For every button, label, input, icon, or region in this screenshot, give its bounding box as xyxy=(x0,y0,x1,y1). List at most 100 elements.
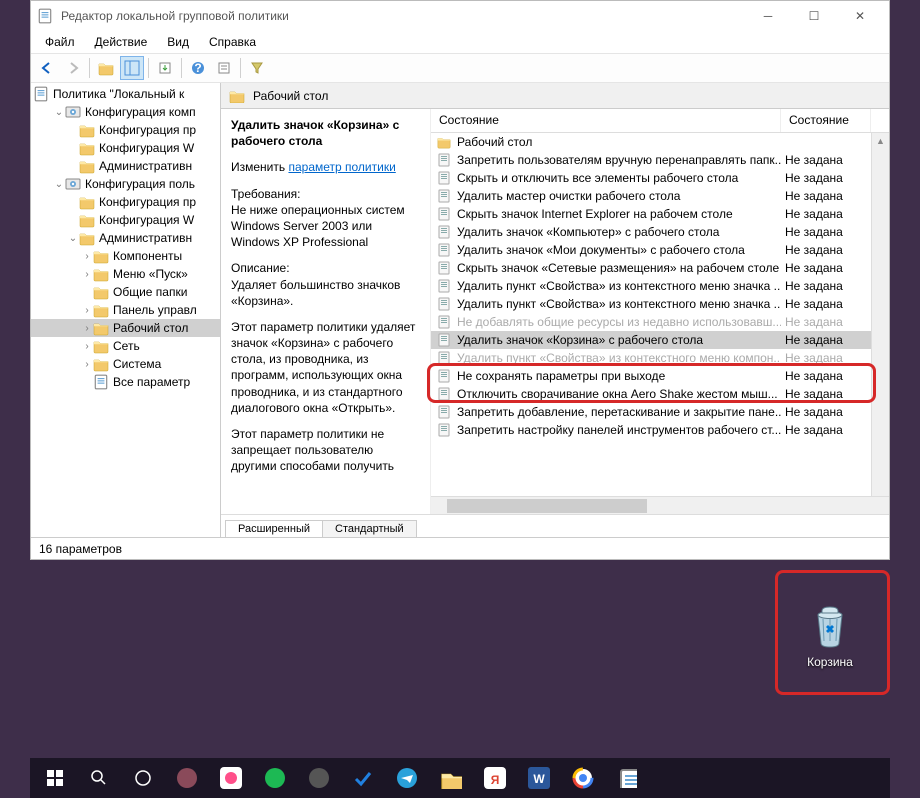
taskbar-app-2[interactable] xyxy=(210,758,252,798)
start-button[interactable] xyxy=(34,758,76,798)
tree-item[interactable]: Конфигурация W xyxy=(31,211,220,229)
recycle-bin-desktop-icon[interactable]: Корзина xyxy=(780,580,880,690)
window-title: Редактор локальной групповой политики xyxy=(61,9,745,23)
taskbar-app-9[interactable]: W xyxy=(518,758,560,798)
show-tree-button[interactable] xyxy=(120,56,144,80)
tab-extended[interactable]: Расширенный xyxy=(225,520,323,537)
tree-item[interactable]: ⌄Конфигурация поль xyxy=(31,175,220,193)
tree-item[interactable]: ›Сеть xyxy=(31,337,220,355)
folder-icon xyxy=(93,356,109,372)
tree-item[interactable]: Административн xyxy=(31,157,220,175)
taskbar-app-6[interactable] xyxy=(386,758,428,798)
vertical-scrollbar[interactable]: ▲ xyxy=(871,133,889,496)
expander-icon[interactable]: ⌄ xyxy=(53,107,65,118)
edit-policy-link[interactable]: параметр политики xyxy=(288,160,395,174)
folder-icon xyxy=(79,140,95,156)
list-row[interactable]: Удалить значок «Компьютер» с рабочего ст… xyxy=(431,223,889,241)
taskbar-app-10[interactable] xyxy=(562,758,604,798)
list-row[interactable]: Удалить пункт «Свойства» из контекстного… xyxy=(431,277,889,295)
expander-icon[interactable]: › xyxy=(81,305,93,316)
expander-icon[interactable]: › xyxy=(81,323,93,334)
tree-item[interactable]: ›Компоненты xyxy=(31,247,220,265)
column-state[interactable]: Состояние xyxy=(781,109,871,132)
list-row[interactable]: Удалить значок «Корзина» с рабочего стол… xyxy=(431,331,889,349)
list-row[interactable]: Скрыть значок Internet Explorer на рабоч… xyxy=(431,205,889,223)
list-row[interactable]: Запретить добавление, перетаскивание и з… xyxy=(431,403,889,421)
view-tabs: Расширенный Стандартный xyxy=(221,514,889,537)
list-row[interactable]: Скрыть и отключить все элементы рабочего… xyxy=(431,169,889,187)
tree-item[interactable]: ⌄Административн xyxy=(31,229,220,247)
tree-item[interactable]: ›Рабочий стол xyxy=(31,319,220,337)
policy-icon xyxy=(437,261,451,275)
folder-icon xyxy=(79,158,95,174)
up-button[interactable] xyxy=(94,56,118,80)
list-row[interactable]: Удалить пункт «Свойства» из контекстного… xyxy=(431,295,889,313)
folder-icon xyxy=(93,302,109,318)
properties-button[interactable] xyxy=(212,56,236,80)
forward-button[interactable] xyxy=(61,56,85,80)
tree-item[interactable]: ›Система xyxy=(31,355,220,373)
maximize-button[interactable]: ☐ xyxy=(791,2,837,30)
cortana-button[interactable] xyxy=(122,758,164,798)
tree-item[interactable]: Все параметр xyxy=(31,373,220,391)
tree-item[interactable]: Конфигурация W xyxy=(31,139,220,157)
list-row[interactable]: Отключить сворачивание окна Aero Shake ж… xyxy=(431,385,889,403)
tree-panel[interactable]: Политика "Локальный к ⌄Конфигурация комп… xyxy=(31,83,221,537)
export-button[interactable] xyxy=(153,56,177,80)
content-header: Рабочий стол xyxy=(221,83,889,109)
tab-standard[interactable]: Стандартный xyxy=(322,520,417,537)
scroll-icon xyxy=(93,374,109,390)
list-row[interactable]: Не добавлять общие ресурсы из недавно ис… xyxy=(431,313,889,331)
expander-icon[interactable]: ⌄ xyxy=(53,179,65,190)
back-button[interactable] xyxy=(35,56,59,80)
menu-action[interactable]: Действие xyxy=(85,33,158,51)
close-button[interactable]: ✕ xyxy=(837,2,883,30)
list-row[interactable]: Запретить настройку панелей инструментов… xyxy=(431,421,889,439)
search-button[interactable] xyxy=(78,758,120,798)
tree-item[interactable]: ⌄Конфигурация комп xyxy=(31,103,220,121)
taskbar: Я W xyxy=(30,758,890,798)
horizontal-scrollbar[interactable] xyxy=(431,496,889,514)
minimize-button[interactable]: ─ xyxy=(745,2,791,30)
tree-item[interactable]: Конфигурация пр xyxy=(31,193,220,211)
policy-icon xyxy=(437,279,451,293)
filter-button[interactable] xyxy=(245,56,269,80)
svg-text:Я: Я xyxy=(491,773,500,787)
taskbar-app-5[interactable] xyxy=(342,758,384,798)
expander-icon[interactable]: ⌄ xyxy=(67,233,79,244)
folder-icon xyxy=(93,338,109,354)
taskbar-app-7[interactable] xyxy=(430,758,472,798)
tree-root[interactable]: Политика "Локальный к xyxy=(31,85,220,103)
menubar: Файл Действие Вид Справка xyxy=(31,31,889,53)
list-row[interactable]: Удалить мастер очистки рабочего столаНе … xyxy=(431,187,889,205)
list-header: Состояние Состояние xyxy=(431,109,889,133)
list-row[interactable]: Не сохранять параметры при выходеНе зада… xyxy=(431,367,889,385)
policy-icon xyxy=(437,243,451,257)
list-row[interactable]: Запретить пользователям вручную перенапр… xyxy=(431,151,889,169)
list-row[interactable]: Скрыть значок «Сетевые размещения» на ра… xyxy=(431,259,889,277)
tree-item[interactable]: Общие папки xyxy=(31,283,220,301)
menu-help[interactable]: Справка xyxy=(199,33,266,51)
help-button[interactable]: ? xyxy=(186,56,210,80)
list-row[interactable]: Удалить пункт «Свойства» из контекстного… xyxy=(431,349,889,367)
policy-title: Удалить значок «Корзина» с рабочего стол… xyxy=(231,117,420,149)
taskbar-app-8[interactable]: Я xyxy=(474,758,516,798)
taskbar-app-3[interactable] xyxy=(254,758,296,798)
menu-file[interactable]: Файл xyxy=(35,33,85,51)
list-rows[interactable]: Рабочий столЗапретить пользователям вруч… xyxy=(431,133,889,496)
expander-icon[interactable]: › xyxy=(81,251,93,262)
tree-item[interactable]: Конфигурация пр xyxy=(31,121,220,139)
taskbar-app-4[interactable] xyxy=(298,758,340,798)
taskbar-app-11[interactable] xyxy=(606,758,648,798)
list-row[interactable]: Рабочий стол xyxy=(431,133,889,151)
column-name[interactable]: Состояние xyxy=(431,109,781,132)
folder-icon xyxy=(79,122,95,138)
expander-icon[interactable]: › xyxy=(81,359,93,370)
tree-item[interactable]: ›Панель управл xyxy=(31,301,220,319)
menu-view[interactable]: Вид xyxy=(157,33,199,51)
expander-icon[interactable]: › xyxy=(81,341,93,352)
list-row[interactable]: Удалить значок «Мои документы» с рабочег… xyxy=(431,241,889,259)
tree-item[interactable]: ›Меню «Пуск» xyxy=(31,265,220,283)
taskbar-app-1[interactable] xyxy=(166,758,208,798)
expander-icon[interactable]: › xyxy=(81,269,93,280)
